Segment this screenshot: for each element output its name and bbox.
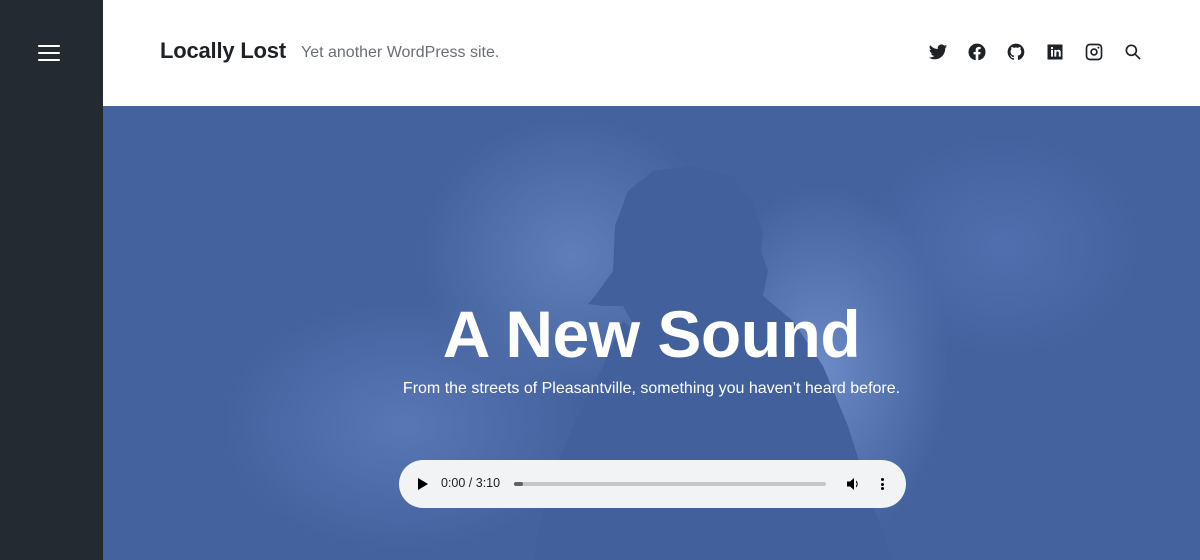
- mute-button[interactable]: [846, 476, 862, 492]
- play-button[interactable]: [417, 476, 429, 492]
- sidebar: [0, 0, 103, 560]
- facebook-icon[interactable]: [966, 41, 988, 63]
- search-icon[interactable]: [1122, 41, 1144, 63]
- hero-subtitle: From the streets of Pleasantville, somet…: [402, 380, 901, 397]
- play-icon: [418, 478, 428, 490]
- social-nav: [927, 41, 1144, 63]
- volume-icon: [847, 478, 858, 490]
- site-header: Locally Lost Yet another WordPress site.: [103, 0, 1200, 106]
- more-vertical-icon: [880, 478, 884, 481]
- twitter-icon[interactable]: [927, 41, 949, 63]
- site-tagline: Yet another WordPress site.: [301, 44, 500, 61]
- site-title[interactable]: Locally Lost: [160, 38, 286, 64]
- hero-title: A New Sound: [442, 297, 861, 371]
- more-dot: [880, 487, 884, 490]
- hero-cover: A New Sound From the streets of Pleasant…: [103, 106, 1200, 560]
- more-options-button[interactable]: [879, 476, 885, 492]
- menu-toggle-button[interactable]: [38, 44, 60, 62]
- seek-slider[interactable]: [514, 482, 826, 486]
- instagram-icon[interactable]: [1083, 41, 1105, 63]
- time-display: 0:00 / 3:10: [441, 476, 501, 490]
- hamburger-line: [38, 59, 60, 61]
- hamburger-line: [38, 52, 60, 54]
- hamburger-menu-icon: [38, 45, 60, 47]
- linkedin-icon[interactable]: [1044, 41, 1066, 63]
- seek-progress: [514, 482, 524, 486]
- github-icon[interactable]: [1005, 41, 1027, 63]
- audio-player: 0:00 / 3:10: [399, 460, 906, 508]
- more-dot: [880, 482, 884, 486]
